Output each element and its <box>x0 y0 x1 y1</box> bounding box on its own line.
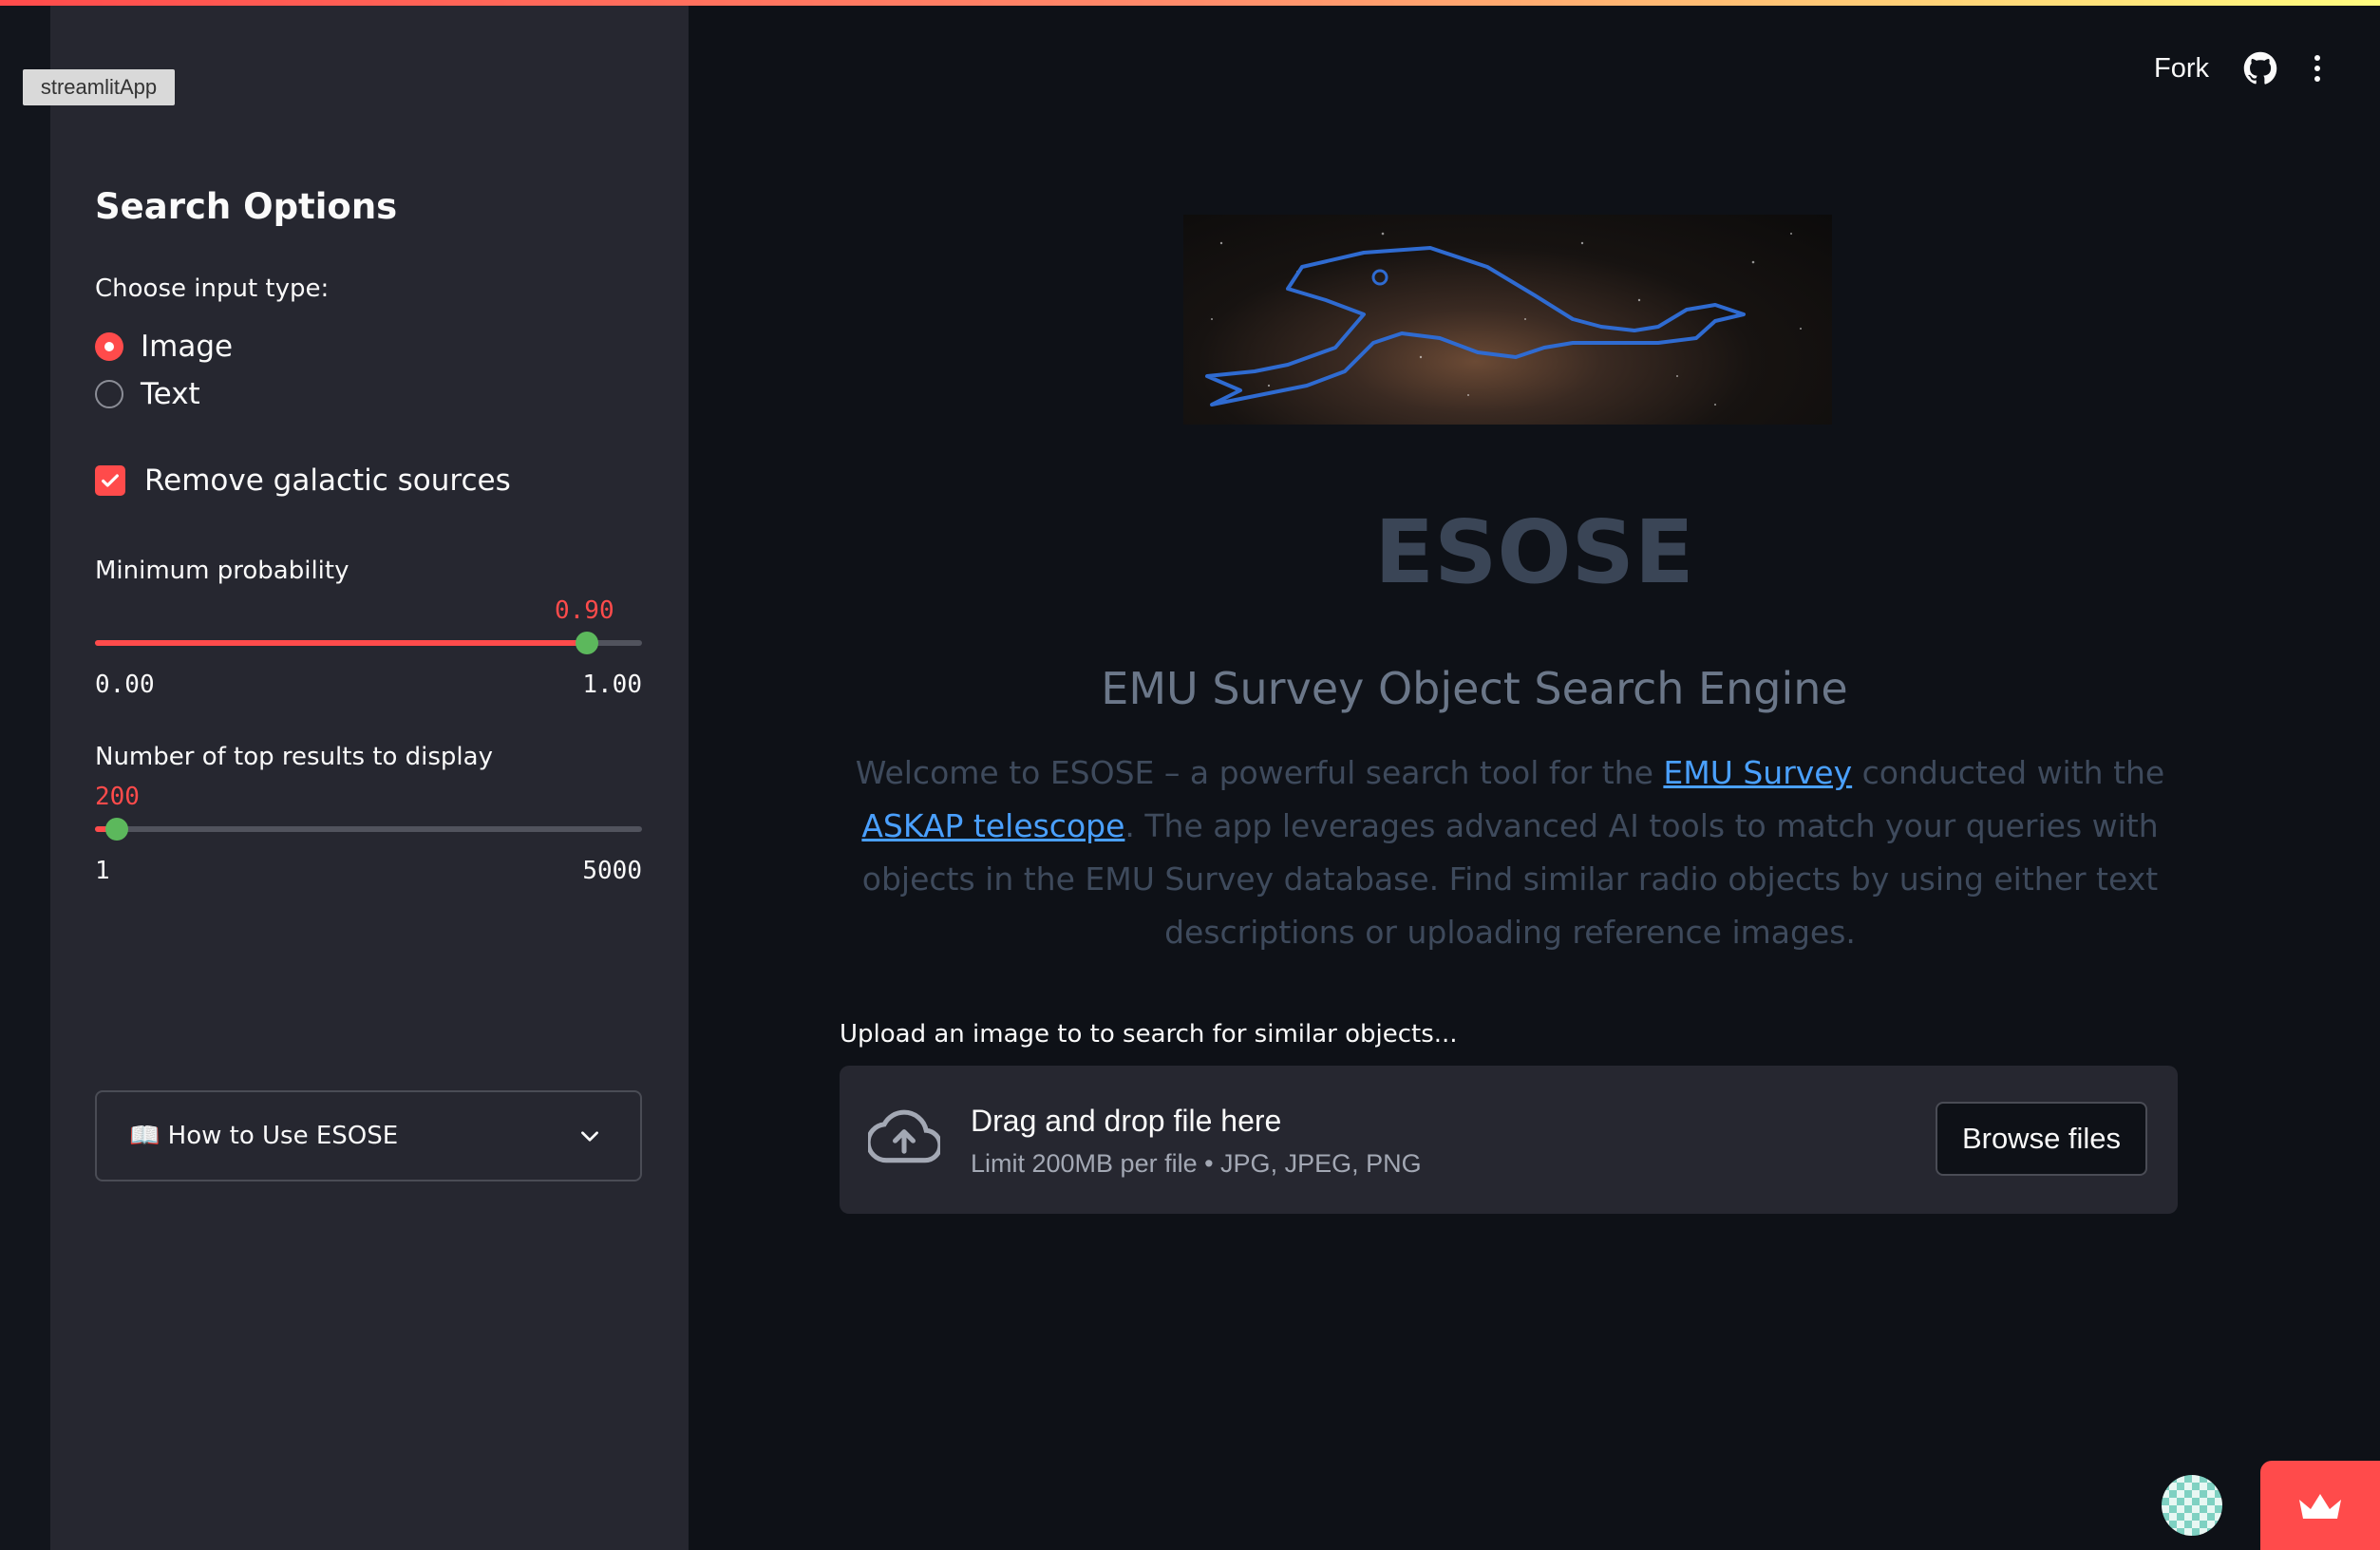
sidebar: Search Options Choose input type: Image … <box>50 6 689 1550</box>
sidebar-title: Search Options <box>95 186 398 227</box>
more-vertical-icon[interactable] <box>2312 54 2323 83</box>
welcome-text-2: conducted with the <box>1852 754 2165 791</box>
github-icon[interactable] <box>2243 51 2277 85</box>
radio-label-text: Text <box>141 377 200 411</box>
fork-button[interactable]: Fork <box>2154 53 2209 85</box>
radio-galaxy-outline-image <box>1205 232 1802 406</box>
avatar[interactable] <box>2162 1475 2222 1536</box>
upload-label: Upload an image to to search for similar… <box>840 1020 1458 1049</box>
browse-files-button[interactable]: Browse files <box>1936 1102 2147 1176</box>
dropzone-main-text: Drag and drop file here <box>971 1104 1282 1138</box>
min-probability-slider[interactable]: 0.90 0.00 1.00 <box>95 596 642 709</box>
hosted-badge[interactable] <box>2260 1461 2380 1550</box>
slider-max-label: 1.00 <box>582 671 642 699</box>
chevron-down-icon <box>581 1131 598 1142</box>
welcome-paragraph: Welcome to ESOSE – a powerful search too… <box>855 747 2165 959</box>
welcome-text-1: Welcome to ESOSE – a powerful search too… <box>855 754 1664 791</box>
slider-max-label: 5000 <box>582 857 642 885</box>
crown-icon <box>2299 1494 2341 1519</box>
esose-banner-image <box>1183 215 1832 425</box>
min-probability-value: 0.90 <box>555 596 614 625</box>
left-edge-strip <box>0 6 50 1550</box>
remove-galactic-checkbox-row[interactable]: Remove galactic sources <box>95 463 511 498</box>
expander-label: 📖 How to Use ESOSE <box>129 1122 399 1150</box>
remove-galactic-label: Remove galactic sources <box>144 463 511 498</box>
top-results-value: 200 <box>95 783 140 811</box>
top-results-slider[interactable]: 200 1 5000 <box>95 783 642 895</box>
slider-min-label: 1 <box>95 857 110 885</box>
radio-button-text[interactable] <box>95 380 123 408</box>
slider-fill <box>95 640 587 646</box>
radio-button-image[interactable] <box>95 332 123 361</box>
radio-option-text[interactable]: Text <box>95 377 200 411</box>
input-type-label: Choose input type: <box>95 274 330 303</box>
file-dropzone[interactable]: Drag and drop file here Limit 200MB per … <box>840 1066 2178 1214</box>
checkmark-icon <box>102 474 119 487</box>
emu-survey-link[interactable]: EMU Survey <box>1663 754 1852 791</box>
page-title: ESOSE <box>1374 501 1694 603</box>
min-probability-label: Minimum probability <box>95 557 349 585</box>
app-name-tag: streamlitApp <box>23 69 175 105</box>
slider-min-label: 0.00 <box>95 671 155 699</box>
slider-thumb[interactable] <box>105 818 128 841</box>
header-toolbar: Fork <box>2154 51 2323 85</box>
askap-telescope-link[interactable]: ASKAP telescope <box>861 807 1124 844</box>
how-to-use-expander[interactable]: 📖 How to Use ESOSE <box>95 1090 642 1181</box>
top-results-label: Number of top results to display <box>95 743 493 771</box>
cloud-upload-icon <box>868 1109 940 1163</box>
page-subtitle: EMU Survey Object Search Engine <box>1101 663 1848 714</box>
slider-thumb[interactable] <box>576 632 598 654</box>
slider-track[interactable] <box>95 826 642 832</box>
radio-label-image: Image <box>141 330 234 364</box>
dropzone-limit-text: Limit 200MB per file • JPG, JPEG, PNG <box>971 1149 1422 1178</box>
radio-option-image[interactable]: Image <box>95 330 233 364</box>
remove-galactic-checkbox[interactable] <box>95 465 125 496</box>
